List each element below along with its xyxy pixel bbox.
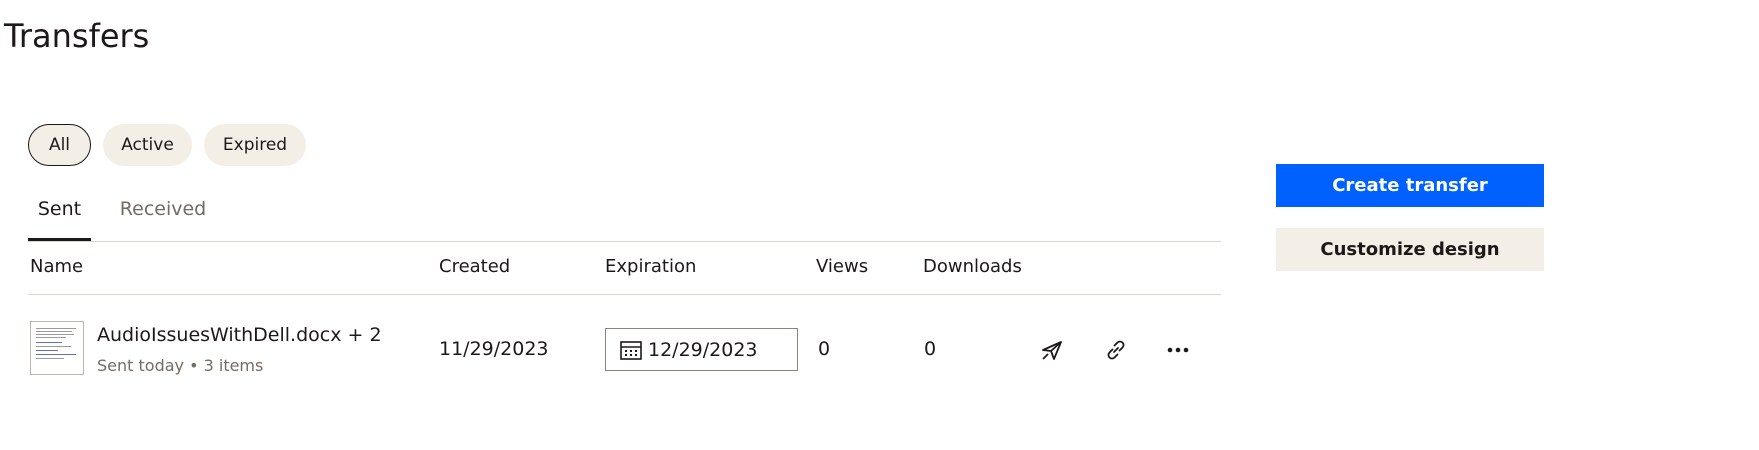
expiration-date: 12/29/2023 [648,338,758,361]
filter-all-chip[interactable]: All [28,124,91,166]
expiration-date-picker[interactable]: 12/29/2023 [605,328,798,371]
create-transfer-button[interactable]: Create transfer [1276,164,1544,207]
column-header-created[interactable]: Created [439,256,510,277]
customize-design-button[interactable]: Customize design [1276,228,1544,271]
file-thumbnail [30,321,84,375]
tab-received[interactable]: Received [120,188,206,240]
tab-sent[interactable]: Sent [28,188,91,241]
column-header-downloads[interactable]: Downloads [923,256,1022,277]
downloads-count: 0 [924,338,937,360]
created-date: 11/29/2023 [439,338,549,360]
column-header-name[interactable]: Name [30,256,83,277]
calendar-icon [620,340,642,360]
more-options-button[interactable] [1161,333,1195,367]
file-meta: Sent today • 3 items [97,356,264,375]
column-header-expiration[interactable]: Expiration [605,256,696,277]
transfer-tabs: Sent Received [28,188,1221,242]
link-icon [1107,340,1125,360]
filter-chips: All Active Expired [28,124,306,166]
send-button[interactable] [1035,333,1069,367]
copy-link-button[interactable] [1099,333,1133,367]
page-title: Transfers [4,17,150,55]
filter-active-chip[interactable]: Active [103,124,192,166]
transfers-page: Transfers All Active Expired Sent Receiv… [0,0,1759,450]
table-header: Name Created Expiration Views Downloads [28,242,1221,295]
filter-expired-chip[interactable]: Expired [204,124,306,166]
file-name[interactable]: AudioIssuesWithDell.docx + 2 [97,324,382,346]
more-icon [1167,347,1189,353]
send-icon [1042,341,1062,360]
column-header-views[interactable]: Views [816,256,868,277]
table-row[interactable]: AudioIssuesWithDell.docx + 2 Sent today … [28,295,1221,395]
views-count: 0 [818,338,831,360]
